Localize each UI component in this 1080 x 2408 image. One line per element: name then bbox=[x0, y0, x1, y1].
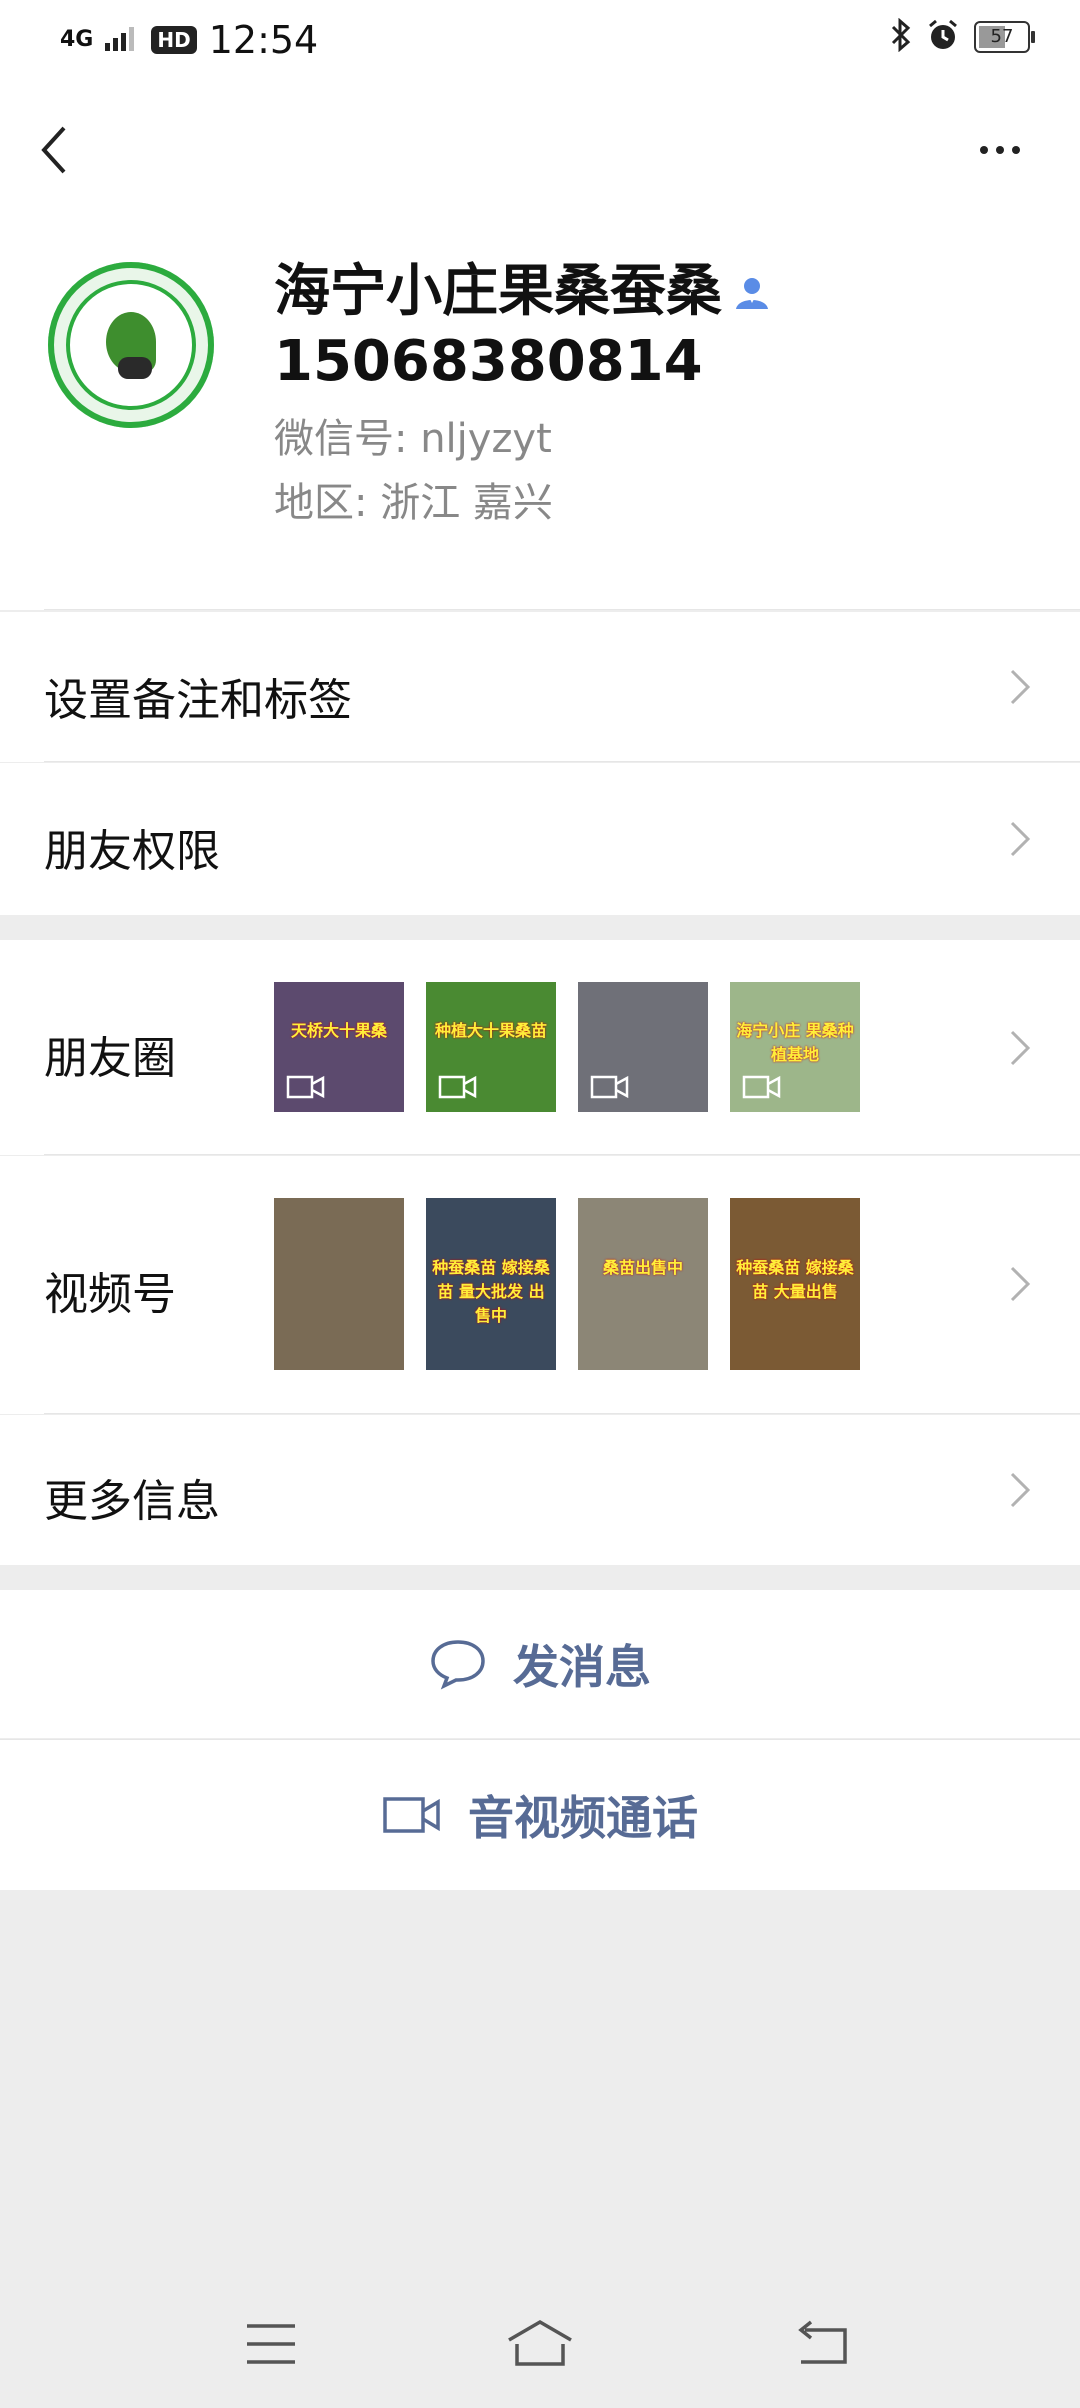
channels-thumbnails: 种蚕桑苗 嫁接桑苗 量大批发 出售中 桑苗出售中 种蚕桑苗 嫁接桑苗 大量出售 bbox=[274, 1198, 860, 1370]
status-bar: 4G HD 12:54 57 bbox=[0, 0, 1080, 80]
wechat-id: 微信号: nljyzyt bbox=[274, 416, 552, 462]
channel-thumbnail[interactable]: 种蚕桑苗 嫁接桑苗 量大批发 出售中 bbox=[426, 1198, 556, 1370]
divider bbox=[44, 1154, 1080, 1155]
moments-thumbnail[interactable]: 种植大十果桑苗 bbox=[426, 982, 556, 1112]
channel-thumbnail-caption: 种蚕桑苗 嫁接桑苗 量大批发 出售中 bbox=[432, 1258, 550, 1325]
video-camera-icon bbox=[742, 1075, 781, 1099]
more-button[interactable] bbox=[980, 130, 1040, 170]
chevron-right-icon bbox=[1010, 821, 1031, 857]
chevron-left-icon bbox=[41, 126, 66, 174]
profile-phone: 15068380814 bbox=[274, 329, 703, 394]
signal-icon bbox=[105, 25, 139, 55]
chevron-right-icon bbox=[1010, 1266, 1031, 1302]
home-icon[interactable] bbox=[505, 2318, 575, 2368]
divider bbox=[44, 1413, 1080, 1414]
chat-bubble-icon bbox=[431, 1640, 485, 1690]
moments-thumbnail-caption: 海宁小庄 果桑种植基地 bbox=[736, 1021, 854, 1064]
top-bar bbox=[0, 80, 1080, 220]
battery-level: 57 bbox=[990, 26, 1014, 47]
avatar[interactable] bbox=[48, 262, 214, 428]
moments-label: 朋友圈 bbox=[44, 1033, 176, 1084]
friend-permissions-row[interactable]: 朋友权限 bbox=[0, 763, 1080, 915]
video-camera-icon bbox=[286, 1075, 325, 1099]
person-verified-icon bbox=[732, 263, 772, 327]
channel-thumbnail-caption: 桑苗出售中 bbox=[602, 1258, 683, 1277]
status-time: 12:54 bbox=[208, 18, 319, 62]
chevron-right-icon bbox=[1010, 1030, 1031, 1066]
moments-thumbnail-caption: 种植大十果桑苗 bbox=[434, 1021, 547, 1040]
chevron-right-icon bbox=[1010, 1472, 1031, 1508]
region: 地区: 浙江 嘉兴 bbox=[274, 480, 553, 526]
channel-thumbnail[interactable] bbox=[274, 1198, 404, 1370]
hd-badge: HD bbox=[151, 26, 197, 54]
channel-thumbnail[interactable]: 种蚕桑苗 嫁接桑苗 大量出售 bbox=[730, 1198, 860, 1370]
moments-thumbnails: 天桥大十果桑 种植大十果桑苗 海宁小庄 果桑种植基地 bbox=[274, 982, 860, 1112]
video-call-icon bbox=[383, 1797, 440, 1833]
av-call-button[interactable]: 音视频通话 bbox=[0, 1740, 1080, 1890]
video-camera-icon bbox=[438, 1075, 477, 1099]
friend-permissions-label: 朋友权限 bbox=[44, 826, 220, 877]
more-info-label: 更多信息 bbox=[44, 1476, 220, 1527]
menu-icon[interactable] bbox=[245, 2322, 297, 2366]
system-nav-bar bbox=[0, 2280, 1080, 2408]
moments-thumbnail[interactable]: 天桥大十果桑 bbox=[274, 982, 404, 1112]
profile-card: 海宁小庄果桑蚕桑 15068380814 微信号: nljyzyt 地区: 浙江… bbox=[0, 220, 1080, 610]
bluetooth-icon bbox=[890, 17, 912, 56]
channels-row[interactable]: 视频号 种蚕桑苗 嫁接桑苗 量大批发 出售中 桑苗出售中 种蚕桑苗 嫁接桑苗 大量出… bbox=[0, 1156, 1080, 1414]
moments-row[interactable]: 朋友圈 天桥大十果桑 种植大十果桑苗 海宁小庄 果桑种植基地 bbox=[0, 940, 1080, 1155]
video-camera-icon bbox=[590, 1075, 629, 1099]
channel-thumbnail[interactable]: 桑苗出售中 bbox=[578, 1198, 708, 1370]
divider bbox=[44, 609, 1080, 610]
back-button[interactable] bbox=[38, 120, 98, 180]
channel-thumbnail-caption: 种蚕桑苗 嫁接桑苗 大量出售 bbox=[736, 1258, 854, 1301]
send-message-button[interactable]: 发消息 bbox=[0, 1590, 1080, 1738]
alarm-icon bbox=[926, 18, 960, 56]
av-call-label: 音视频通话 bbox=[468, 1791, 698, 1845]
chevron-right-icon bbox=[1010, 669, 1031, 705]
profile-name: 海宁小庄果桑蚕桑 bbox=[274, 260, 772, 327]
moments-thumbnail[interactable] bbox=[578, 982, 708, 1112]
network-indicator: 4G bbox=[60, 27, 94, 52]
remark-and-tags-label: 设置备注和标签 bbox=[44, 675, 352, 726]
moments-thumbnail-caption: 天桥大十果桑 bbox=[290, 1021, 387, 1040]
battery-icon: 57 bbox=[974, 21, 1035, 53]
back-nav-icon[interactable] bbox=[795, 2320, 849, 2366]
channels-label: 视频号 bbox=[44, 1269, 176, 1320]
divider bbox=[44, 761, 1080, 762]
moments-thumbnail[interactable]: 海宁小庄 果桑种植基地 bbox=[730, 982, 860, 1112]
more-info-row[interactable]: 更多信息 bbox=[0, 1415, 1080, 1565]
more-dots-icon bbox=[980, 146, 988, 154]
remark-and-tags-row[interactable]: 设置备注和标签 bbox=[0, 612, 1080, 762]
send-message-label: 发消息 bbox=[513, 1640, 651, 1694]
